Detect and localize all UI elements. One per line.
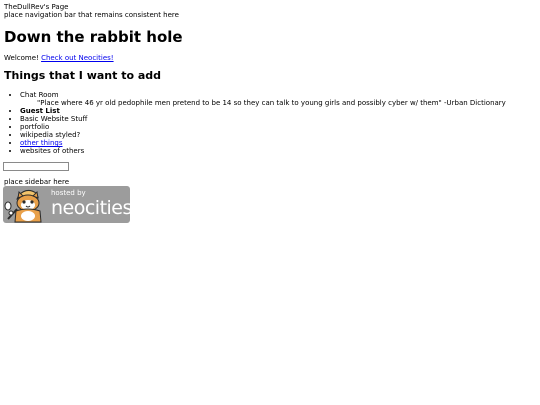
websites-of-others-label: websites of others [20, 147, 85, 155]
guest-list-label: Guest List [20, 107, 60, 115]
list-item: Basic Website Stuff [20, 115, 520, 123]
neocities-cat-icon [4, 189, 42, 223]
wikipedia-styled-label: wikipedia styled? [20, 131, 81, 139]
welcome-line: Welcome! Check out Neocities! [4, 54, 114, 62]
list-item: portfolio [20, 123, 520, 131]
list-item: Chat Room "Place where 46 yr old pedophi… [20, 91, 520, 107]
welcome-text: Welcome! [4, 54, 39, 62]
badge-neocities-text: neocities [51, 197, 130, 219]
list-item: other things [20, 139, 520, 147]
text-input[interactable] [3, 162, 69, 171]
hosted-by-neocities-badge[interactable]: hosted by neocities [3, 186, 130, 223]
nav-placeholder-text: place navigation bar that remains consis… [4, 11, 179, 19]
page-title: Down the rabbit hole [4, 28, 183, 46]
site-title: TheDullRev's Page [4, 3, 69, 11]
list-item: websites of others [20, 147, 520, 155]
todo-list: Chat Room "Place where 46 yr old pedophi… [4, 91, 520, 155]
badge-text: hosted by neocities [51, 189, 130, 218]
site-header: TheDullRev's Page place navigation bar t… [4, 3, 534, 19]
todo-heading: Things that I want to add [4, 69, 162, 82]
list-item: wikipedia styled? [20, 131, 520, 139]
list-item: Guest List [20, 107, 520, 115]
neocities-link[interactable]: Check out Neocities! [41, 54, 114, 62]
sidebar-placeholder-text: place sidebar here [4, 178, 70, 186]
other-things-link[interactable]: other things [20, 139, 63, 147]
basic-website-stuff-label: Basic Website Stuff [20, 115, 88, 123]
chat-room-quote: "Place where 46 yr old pedophile men pre… [37, 99, 506, 107]
badge-hosted-by-text: hosted by [51, 189, 86, 197]
chat-room-label: Chat Room [20, 91, 59, 99]
portfolio-label: portfolio [20, 123, 50, 131]
